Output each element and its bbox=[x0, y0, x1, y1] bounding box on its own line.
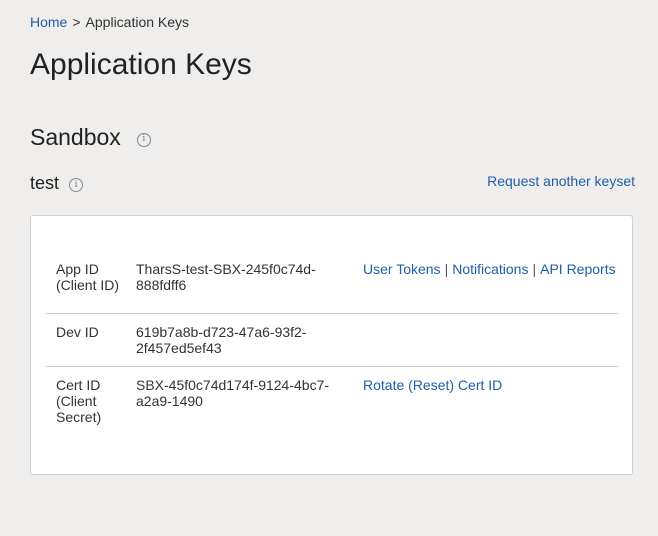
keyset-card: App ID (Client ID) TharsS-test-SBX-245f0… bbox=[30, 215, 633, 475]
app-id-links: User Tokens | Notifications | API Reports bbox=[363, 253, 618, 314]
user-tokens-link[interactable]: User Tokens bbox=[363, 261, 441, 277]
notifications-link[interactable]: Notifications bbox=[452, 261, 528, 277]
cert-id-label: Cert ID (Client Secret) bbox=[56, 377, 102, 425]
link-separator: | bbox=[444, 261, 449, 277]
cert-id-links: Rotate (Reset) Cert ID bbox=[363, 367, 618, 436]
app-id-label: App ID (Client ID) bbox=[56, 261, 120, 293]
app-id-value: TharsS-test-SBX-245f0c74d-888fdff6 bbox=[136, 261, 316, 293]
page-title: Application Keys bbox=[30, 48, 252, 81]
info-icon[interactable]: i bbox=[136, 132, 151, 147]
environment-title: Sandbox bbox=[30, 124, 121, 150]
keys-table: App ID (Client ID) TharsS-test-SBX-245f0… bbox=[46, 253, 618, 435]
table-row: App ID (Client ID) TharsS-test-SBX-245f0… bbox=[46, 253, 618, 314]
request-keyset-link[interactable]: Request another keyset bbox=[487, 173, 635, 189]
cert-id-value: SBX-45f0c74d174f-9124-4bc7-a2a9-1490 bbox=[136, 377, 330, 409]
breadcrumb-current: Application Keys bbox=[85, 14, 190, 30]
table-row: Cert ID (Client Secret) SBX-45f0c74d174f… bbox=[46, 367, 618, 436]
keyset-heading: test i bbox=[30, 173, 84, 194]
breadcrumb-home-link[interactable]: Home bbox=[30, 14, 67, 30]
table-row: Dev ID 619b7a8b-d723-47a6-93f2-2f457ed5e… bbox=[46, 314, 618, 367]
rotate-cert-id-link[interactable]: Rotate (Reset) Cert ID bbox=[363, 377, 502, 393]
keyset-name: test bbox=[30, 173, 60, 193]
environment-heading: Sandbox i bbox=[30, 124, 151, 151]
breadcrumb: Home > Application Keys bbox=[30, 14, 189, 30]
link-separator: | bbox=[532, 261, 537, 277]
dev-id-links bbox=[363, 314, 618, 367]
breadcrumb-separator: > bbox=[72, 14, 81, 30]
api-reports-link[interactable]: API Reports bbox=[540, 261, 615, 277]
dev-id-value: 619b7a8b-d723-47a6-93f2-2f457ed5ef43 bbox=[136, 324, 307, 356]
dev-id-label: Dev ID bbox=[56, 324, 99, 340]
info-icon[interactable]: i bbox=[69, 178, 84, 192]
